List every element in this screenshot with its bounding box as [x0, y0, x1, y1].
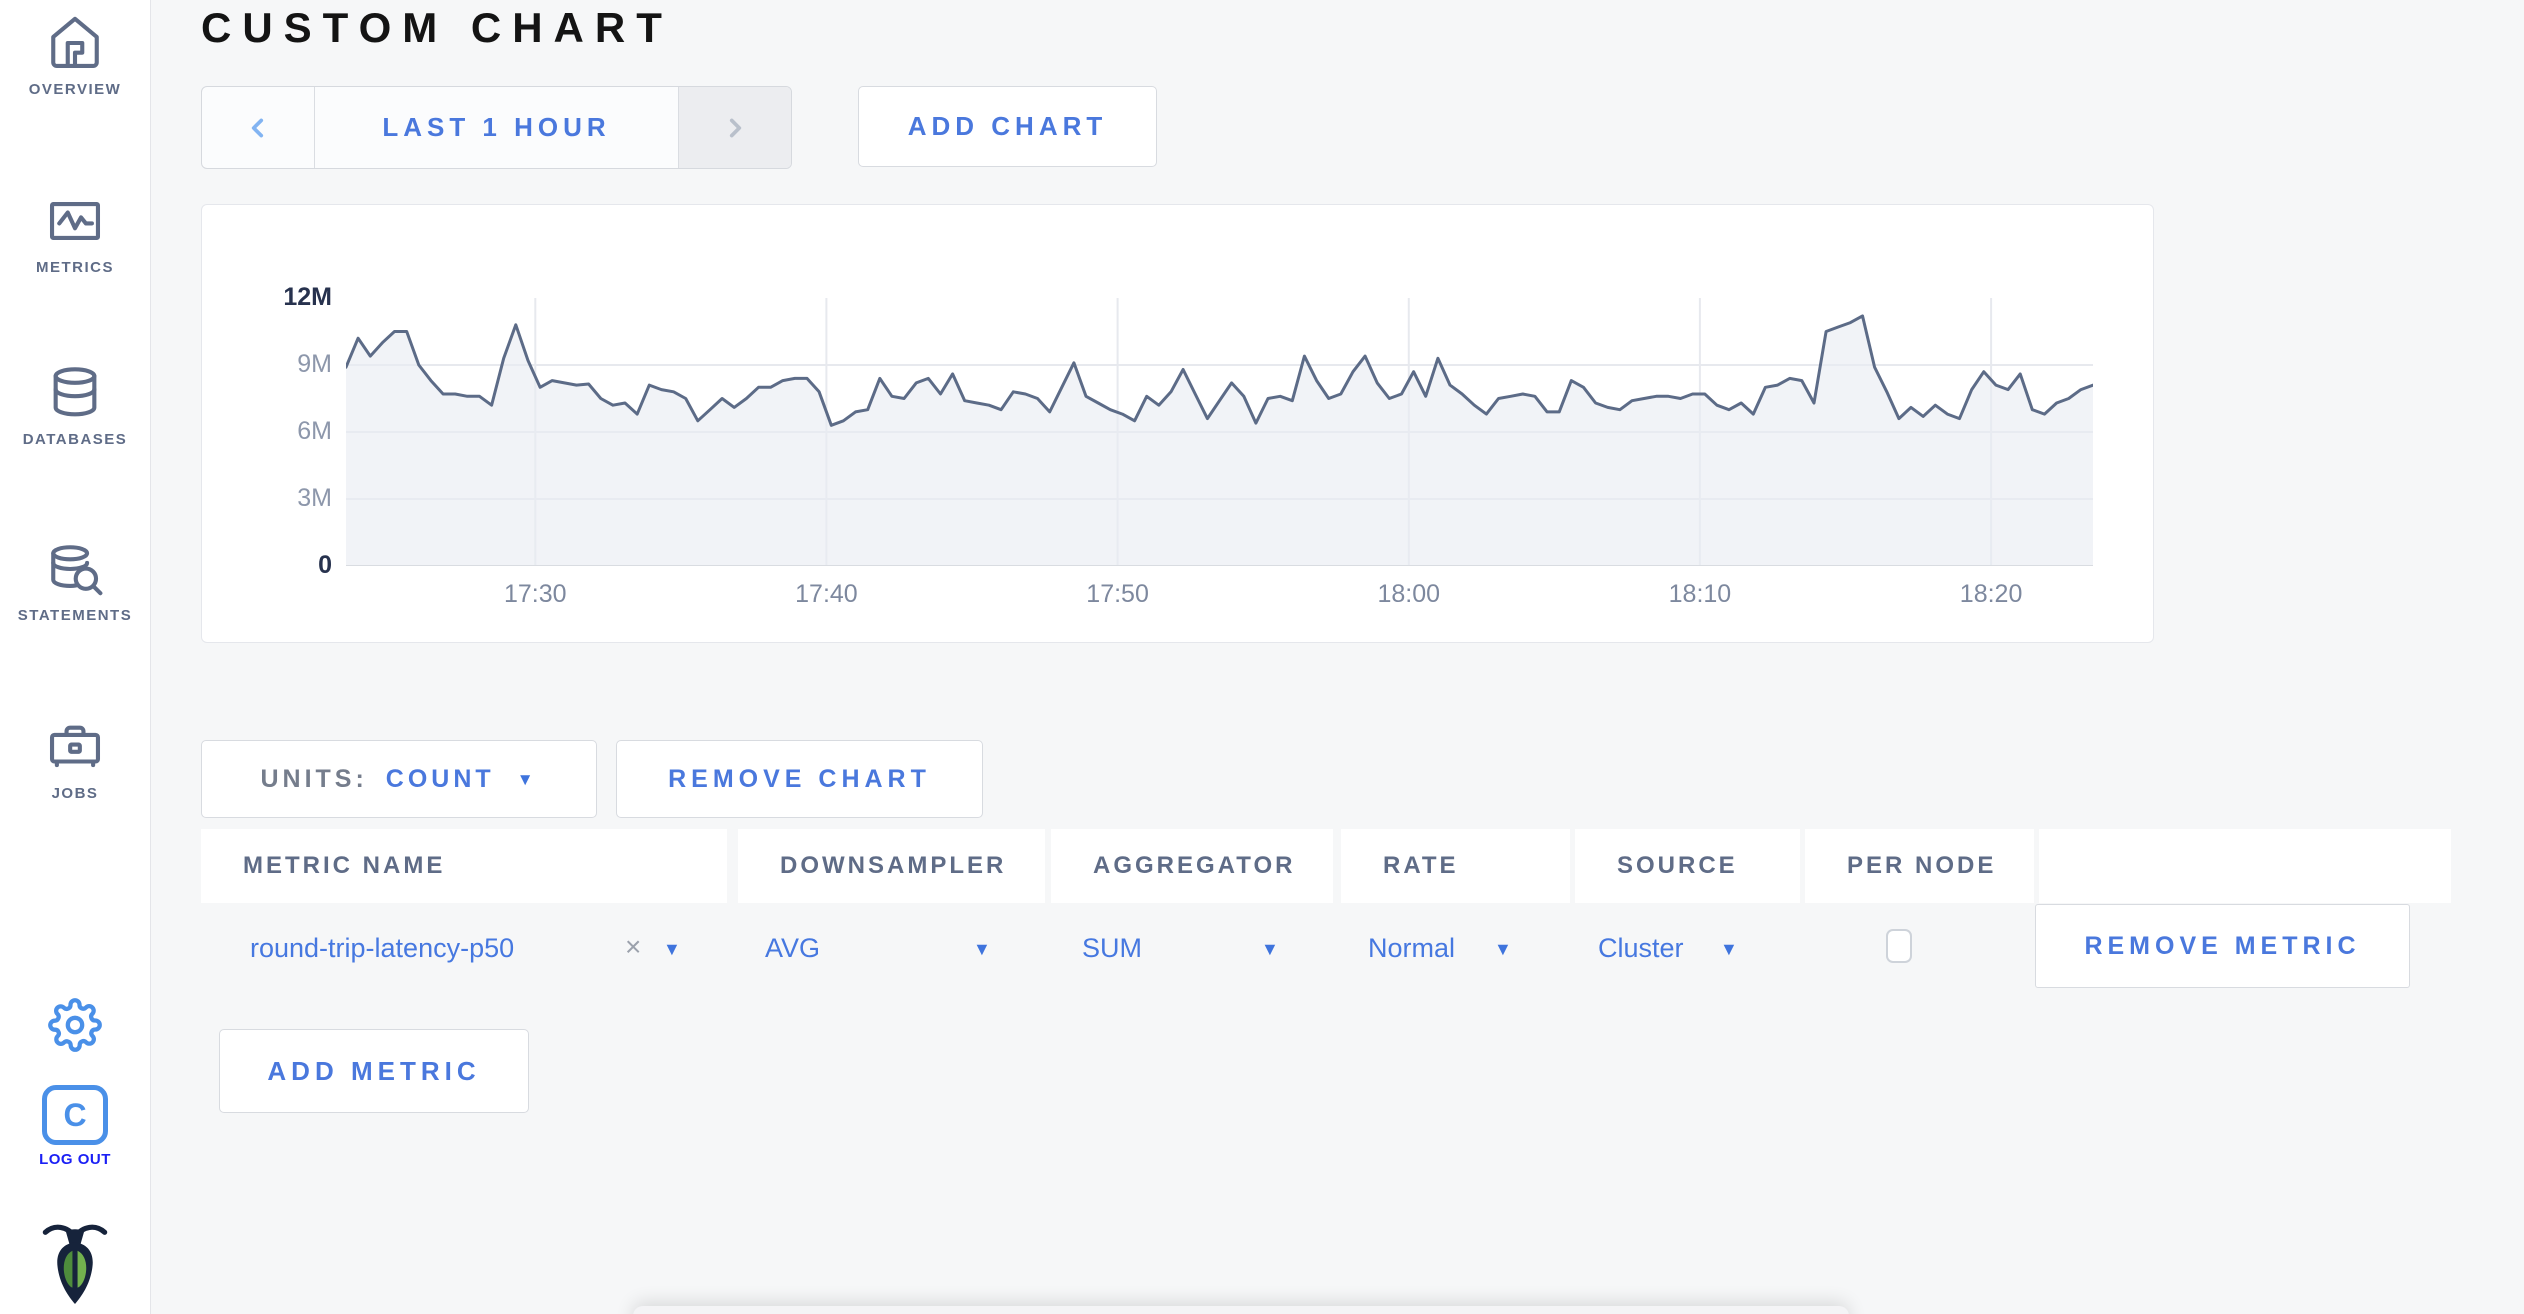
y-axis-tick: 6M — [297, 417, 332, 445]
column-header-actions — [2039, 829, 2451, 903]
cockroach-c-logo: C — [42, 1085, 108, 1145]
custom-chart-page: { "page_title": "CUSTOM CHART", "sidebar… — [0, 0, 2524, 1314]
sidebar-brand — [0, 1220, 150, 1311]
metric-row: round-trip-latency-p50 × ▼ AVG ▼ SUM ▼ N… — [201, 903, 2451, 993]
sidebar-logout[interactable]: C LOG OUT — [0, 1085, 150, 1168]
sidebar-item-label: JOBS — [51, 785, 99, 802]
source-select[interactable]: Cluster — [1598, 933, 1684, 964]
chevron-right-icon — [729, 118, 742, 137]
y-axis-tick: 0 — [318, 551, 332, 579]
sidebar-item-label: OVERVIEW — [28, 81, 122, 98]
time-range-selector: LAST 1 HOUR — [201, 86, 792, 169]
units-value: COUNT — [385, 764, 495, 793]
metrics-icon — [49, 202, 101, 240]
sidebar-item-statements[interactable]: STATEMENTS — [0, 540, 150, 624]
add-chart-button[interactable]: ADD CHART — [858, 86, 1157, 167]
sidebar-item-overview[interactable]: OVERVIEW — [0, 14, 150, 98]
chart-card: 12M 9M 6M 3M 0 17:30 17:40 17:50 18:00 18:10 18:2… — [201, 204, 2154, 643]
chevron-down-icon: ▼ — [516, 769, 538, 789]
column-header-source: SOURCE — [1575, 829, 1800, 903]
sidebar: OVERVIEW METRICS DATABASES STATEMENTS JO… — [0, 0, 151, 1314]
chevron-down-icon[interactable]: ▼ — [1720, 939, 1738, 960]
area-chart — [346, 298, 2093, 566]
statements-icon — [51, 545, 103, 596]
sidebar-item-jobs[interactable]: JOBS — [0, 718, 150, 802]
units-dropdown[interactable]: UNITS: COUNT ▼ — [201, 740, 597, 818]
clear-metric-icon[interactable]: × — [625, 931, 641, 963]
sidebar-settings[interactable] — [0, 998, 150, 1057]
time-range-next-button[interactable] — [678, 87, 791, 168]
column-header-downsampler: DOWNSAMPLER — [738, 829, 1045, 903]
chevron-down-icon[interactable]: ▼ — [1494, 939, 1512, 960]
chevron-down-icon[interactable]: ▼ — [973, 939, 991, 960]
column-header-aggregator: AGGREGATOR — [1051, 829, 1333, 903]
column-header-per-node: PER NODE — [1805, 829, 2034, 903]
main-content: CUSTOM CHART LAST 1 HOUR ADD CHART 12M 9M… — [151, 0, 2524, 1314]
y-axis-tick: 12M — [283, 283, 332, 311]
sidebar-item-label: STATEMENTS — [17, 607, 133, 624]
database-icon — [53, 367, 97, 417]
time-range-prev-button[interactable] — [202, 87, 315, 168]
remove-metric-button[interactable]: REMOVE METRIC — [2035, 904, 2410, 988]
y-axis-tick: 9M — [297, 350, 332, 378]
x-axis-tick: 17:30 — [503, 580, 567, 608]
x-axis-tick: 17:40 — [795, 580, 858, 608]
per-node-checkbox[interactable] — [1886, 929, 1912, 963]
next-card-shadow — [633, 1306, 1849, 1314]
time-range-label[interactable]: LAST 1 HOUR — [315, 87, 678, 168]
gear-icon — [48, 998, 102, 1052]
home-icon — [51, 16, 99, 69]
rate-select[interactable]: Normal — [1368, 933, 1455, 964]
sidebar-item-metrics[interactable]: METRICS — [0, 192, 150, 276]
remove-chart-button[interactable]: REMOVE CHART — [616, 740, 983, 818]
sidebar-item-label: DATABASES — [22, 431, 128, 448]
briefcase-icon — [49, 725, 101, 768]
aggregator-select[interactable]: SUM — [1082, 933, 1142, 964]
metric-name-select[interactable]: round-trip-latency-p50 — [250, 933, 514, 964]
chevron-down-icon[interactable]: ▼ — [1261, 939, 1279, 960]
chevron-down-icon[interactable]: ▼ — [663, 939, 681, 960]
x-axis-tick: 17:50 — [1086, 580, 1149, 608]
column-header-metric-name: METRIC NAME — [201, 829, 727, 903]
downsampler-select[interactable]: AVG — [765, 933, 820, 964]
y-axis-tick: 3M — [297, 484, 332, 512]
x-axis-tick: 18:20 — [1959, 580, 2023, 608]
sidebar-item-databases[interactable]: DATABASES — [0, 364, 150, 448]
x-axis-tick: 18:00 — [1377, 580, 1441, 608]
units-label: UNITS: — [260, 764, 368, 793]
logout-label: LOG OUT — [39, 1151, 111, 1168]
x-axis-tick: 18:10 — [1668, 580, 1732, 608]
page-title: CUSTOM CHART — [201, 4, 673, 51]
add-metric-button[interactable]: ADD METRIC — [219, 1029, 529, 1113]
chevron-left-icon — [251, 118, 264, 137]
cockroach-bug-logo — [42, 1224, 108, 1304]
column-header-rate: RATE — [1341, 829, 1570, 903]
chart-plot-area[interactable] — [346, 298, 2093, 566]
sidebar-item-label: METRICS — [36, 259, 114, 276]
